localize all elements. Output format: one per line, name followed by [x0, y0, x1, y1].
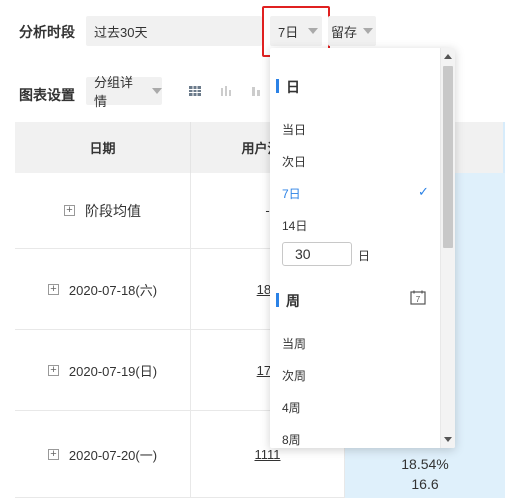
line-chart-icon[interactable] — [250, 84, 264, 98]
chart-settings-label: 图表设置 — [19, 87, 75, 103]
dropdown-scrollbar[interactable] — [440, 48, 455, 448]
expand-icon[interactable]: + — [47, 364, 59, 376]
period-range-select[interactable]: 过去30天 — [86, 16, 262, 46]
option-4-week[interactable]: 4周 — [282, 399, 301, 416]
table-row: + 2020-07-20(一) — [15, 411, 191, 498]
scroll-up-icon[interactable] — [444, 54, 452, 59]
calendar-icon: 7 — [410, 290, 426, 305]
check-icon: ✓ — [418, 184, 429, 199]
period-day-value: 7日 — [278, 24, 299, 40]
group-detail-select[interactable]: 分组详情 — [86, 75, 162, 109]
expand-icon[interactable]: + — [47, 448, 59, 460]
option-7-day[interactable]: 7日 — [282, 185, 301, 202]
column-header-date: 日期 — [15, 122, 191, 173]
option-this-week[interactable]: 当周 — [282, 335, 306, 352]
retention-select[interactable]: 留存 — [328, 16, 376, 46]
scroll-down-icon[interactable] — [444, 437, 452, 442]
row-date: 2020-07-20(一) — [68, 447, 158, 463]
period-range-value: 过去30天 — [94, 24, 148, 40]
custom-days-input[interactable]: 30 — [282, 242, 352, 266]
table-row: + 2020-07-18(六) — [15, 249, 191, 330]
row-value-link[interactable]: 1111 — [254, 447, 280, 462]
custom-days-unit: 日 — [358, 249, 371, 263]
group-detail-value: 分组详情 — [94, 75, 134, 109]
week-group-title: 周 — [270, 291, 300, 311]
option-next-week[interactable]: 次周 — [282, 367, 306, 384]
scroll-thumb[interactable] — [443, 66, 453, 248]
option-next-day[interactable]: 次日 — [282, 153, 306, 170]
option-14-day[interactable]: 14日 — [282, 217, 307, 234]
row-date: 阶段均值 — [85, 202, 141, 219]
chevron-down-icon — [363, 28, 374, 34]
period-day-dropdown: 日 当日 次日 7日 ✓ 14日 30 日 周 7 当周 次周 4周 8周 — [270, 48, 455, 448]
svg-text:7: 7 — [416, 295, 421, 304]
retention-value: 留存 — [331, 24, 358, 40]
period-day-select[interactable]: 7日 — [270, 16, 322, 46]
retention-count: 16.6 — [411, 476, 439, 492]
row-date: 2020-07-18(六) — [68, 282, 158, 298]
option-8-week[interactable]: 8周 — [282, 431, 301, 448]
table-row: + 2020-07-19(日) — [15, 330, 191, 411]
retention-rate: 18.54% — [401, 456, 449, 472]
row-date: 2020-07-19(日) — [68, 363, 158, 379]
chevron-down-icon — [308, 28, 319, 34]
period-label: 分析时段 — [19, 24, 75, 40]
expand-icon[interactable]: + — [64, 205, 75, 216]
expand-icon[interactable]: + — [47, 283, 59, 295]
table-view-icon[interactable] — [188, 84, 202, 98]
option-same-day[interactable]: 当日 — [282, 121, 306, 138]
chevron-down-icon — [152, 88, 162, 94]
bar-chart-icon[interactable] — [219, 84, 233, 98]
table-row: + 阶段均值 — [15, 173, 191, 249]
day-group-title: 日 — [270, 77, 300, 97]
